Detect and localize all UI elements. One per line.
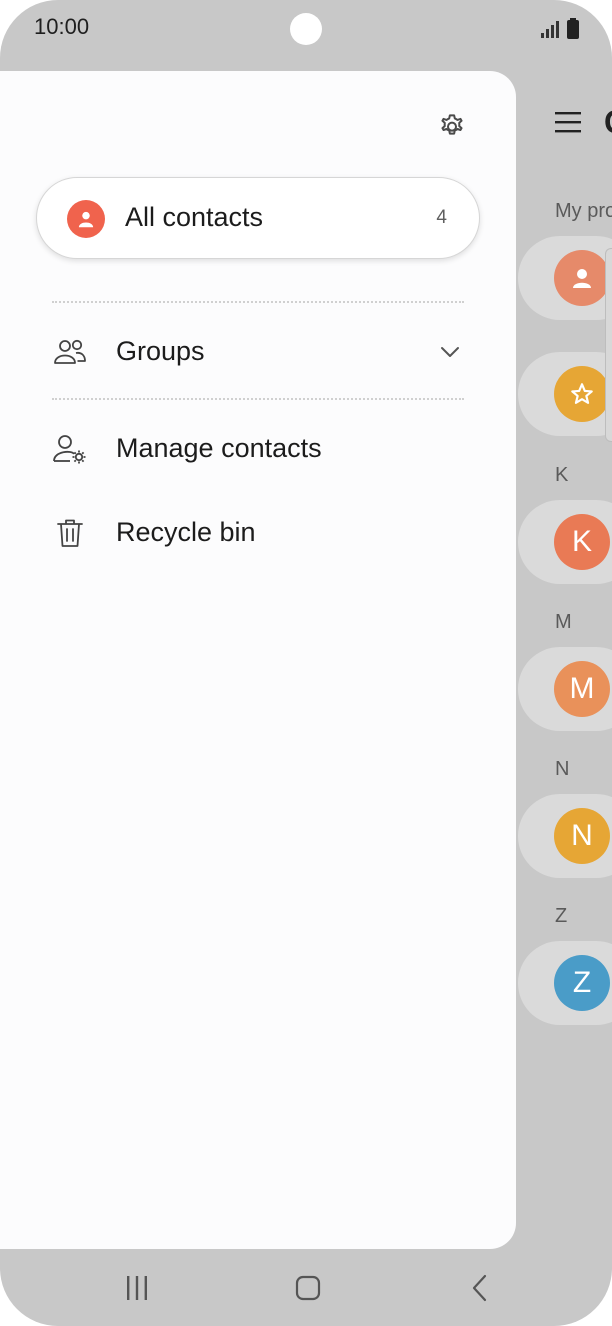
contact-card-k[interactable]: K xyxy=(518,500,612,584)
contact-card-z[interactable]: Z xyxy=(518,941,612,1025)
person-icon xyxy=(78,211,94,228)
back-button[interactable] xyxy=(460,1270,500,1306)
groups-icon xyxy=(50,334,90,370)
all-contacts-icon xyxy=(67,200,105,238)
divider xyxy=(52,398,464,400)
section-letter-m: M xyxy=(555,611,572,633)
recycle-bin-label: Recycle bin xyxy=(116,517,256,547)
menu-icon[interactable] xyxy=(554,108,582,136)
navigation-bar xyxy=(0,1250,612,1326)
contacts-title-fragment: C xyxy=(604,104,612,141)
battery-icon xyxy=(567,18,579,39)
all-contacts-item[interactable]: All contacts 4 xyxy=(36,177,480,259)
status-icons xyxy=(540,18,580,40)
trash-icon xyxy=(50,515,90,551)
status-time: 10:00 xyxy=(34,14,90,39)
recycle-bin-item[interactable]: Recycle bin xyxy=(36,501,480,565)
signal-icon xyxy=(541,21,559,38)
all-contacts-count: 4 xyxy=(436,207,447,228)
recent-apps-icon xyxy=(127,1276,147,1300)
contact-avatar-n: N xyxy=(554,808,610,864)
divider xyxy=(52,301,464,303)
recent-apps-button[interactable] xyxy=(117,1270,157,1306)
home-icon xyxy=(295,1275,321,1301)
star-icon xyxy=(571,383,593,404)
section-letter-k: K xyxy=(555,464,569,486)
contact-avatar-z: Z xyxy=(554,955,610,1011)
settings-button[interactable] xyxy=(432,106,472,146)
status-bar: 10:00 xyxy=(0,0,612,60)
person-icon xyxy=(573,269,591,288)
contact-card-m[interactable]: M xyxy=(518,647,612,731)
phone-screen: 10:00 C My pro xyxy=(0,0,612,1326)
manage-contacts-label: Manage contacts xyxy=(116,433,322,463)
manage-contacts-item[interactable]: Manage contacts xyxy=(36,417,480,481)
my-profile-card[interactable] xyxy=(518,236,612,320)
section-letter-z: Z xyxy=(555,905,568,927)
favorites-card[interactable] xyxy=(518,352,612,436)
favorites-avatar xyxy=(554,366,610,422)
all-contacts-label: All contacts xyxy=(125,202,264,232)
manage-contacts-icon xyxy=(50,431,90,467)
contact-card-n[interactable]: N xyxy=(518,794,612,878)
home-button[interactable] xyxy=(288,1270,328,1306)
navigation-drawer: All contacts 4 Groups Manage contacts Re… xyxy=(0,71,516,1249)
contact-avatar-k: K xyxy=(554,514,610,570)
my-profile-label: My pro xyxy=(555,200,612,222)
scrollbar[interactable] xyxy=(605,248,612,442)
section-letter-n: N xyxy=(555,758,570,780)
groups-item[interactable]: Groups xyxy=(36,320,480,384)
profile-avatar xyxy=(554,250,610,306)
groups-label: Groups xyxy=(116,336,205,366)
camera-cutout xyxy=(290,13,322,45)
gear-icon xyxy=(441,114,463,135)
back-icon xyxy=(472,1274,487,1302)
chevron-down-icon[interactable] xyxy=(438,340,462,364)
contact-avatar-m: M xyxy=(554,661,610,717)
